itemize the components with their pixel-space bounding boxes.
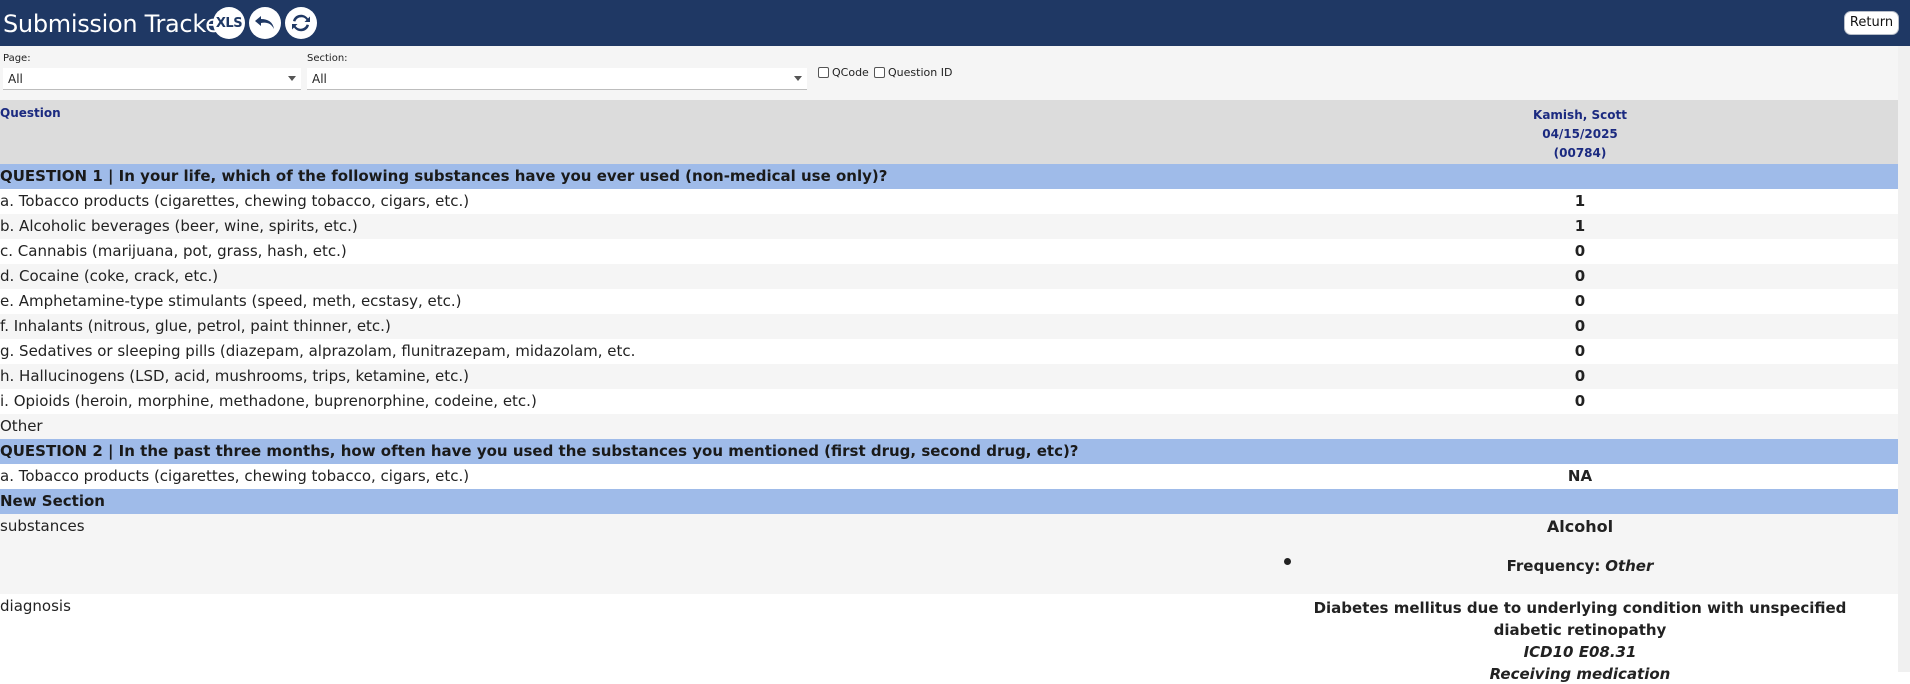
answer-value: 0	[1574, 367, 1586, 385]
table-row: e. Amphetamine-type stimulants (speed, m…	[0, 289, 1898, 314]
answer-value: 1	[1574, 217, 1586, 235]
filter-bar: Page: All Section: All QCode Question ID	[0, 46, 1910, 100]
answer-value: 0	[1574, 242, 1586, 260]
answer-value: NA	[1567, 467, 1593, 485]
table-row: h. Hallucinogens (LSD, acid, mushrooms, …	[0, 364, 1898, 389]
diagnosis-row: diagnosis Diabetes mellitus due to under…	[0, 594, 1898, 684]
answer-value: 0	[1574, 317, 1586, 335]
question-text: e. Amphetamine-type stimulants (speed, m…	[0, 292, 462, 310]
respondent-column-header[interactable]: Kamish, Scott 04/15/2025 (00784)	[1480, 106, 1680, 163]
section-select[interactable]: All	[307, 68, 807, 90]
table-body: QUESTION 1 | In your life, which of the …	[0, 164, 1898, 514]
back-arrow-icon[interactable]	[249, 7, 281, 39]
export-xls-icon[interactable]: XLS	[213, 7, 245, 39]
question-text: Other	[0, 417, 43, 435]
question-id-label: Question ID	[888, 65, 953, 79]
submission-table: Question Kamish, Scott 04/15/2025 (00784…	[0, 100, 1898, 684]
question-text: b. Alcoholic beverages (beer, wine, spir…	[0, 217, 358, 235]
page-filter-label: Page:	[3, 53, 31, 64]
table-row: f. Inhalants (nitrous, glue, petrol, pai…	[0, 314, 1898, 339]
page-select-value: All	[8, 72, 23, 86]
frequency-value: Other	[1605, 557, 1654, 575]
table-row: Other	[0, 414, 1898, 439]
section-select-value: All	[312, 72, 327, 86]
chevron-down-icon	[288, 76, 296, 81]
section-header-row: QUESTION 2 | In the past three months, h…	[0, 439, 1898, 464]
frequency-label: Frequency:	[1506, 557, 1601, 575]
question-column-header[interactable]: Question	[0, 106, 61, 120]
section-header-row: QUESTION 1 | In your life, which of the …	[0, 164, 1898, 189]
table-row: d. Cocaine (coke, crack, etc.) 0	[0, 264, 1898, 289]
answer-value: 0	[1574, 392, 1586, 410]
diagnosis-name: Diabetes mellitus due to underlying cond…	[1313, 599, 1847, 639]
page-select[interactable]: All	[3, 68, 301, 90]
diagnosis-code: ICD10 E08.31	[1523, 643, 1637, 661]
answer-value: 0	[1574, 342, 1586, 360]
chevron-down-icon	[794, 76, 802, 81]
question-text: a. Tobacco products (cigarettes, chewing…	[0, 192, 470, 210]
table-row: a. Tobacco products (cigarettes, chewing…	[0, 189, 1898, 214]
table-row: a. Tobacco products (cigarettes, chewing…	[0, 464, 1898, 489]
refresh-icon[interactable]	[285, 7, 317, 39]
table-row: b. Alcoholic beverages (beer, wine, spir…	[0, 214, 1898, 239]
checkbox-box[interactable]	[874, 66, 885, 78]
question-text: d. Cocaine (coke, crack, etc.)	[0, 267, 219, 285]
respondent-date: 04/15/2025	[1542, 127, 1618, 141]
app-title: Submission Tracker	[3, 10, 230, 38]
qcode-label: QCode	[832, 65, 869, 79]
substances-label: substances	[0, 517, 85, 535]
section-title: QUESTION 1 | In your life, which of the …	[0, 167, 888, 185]
diagnosis-status: Receiving medication	[1489, 665, 1671, 683]
question-id-checkbox[interactable]: Question ID	[874, 64, 952, 80]
xls-label: XLS	[215, 15, 243, 31]
diagnosis-label: diagnosis	[0, 597, 71, 615]
question-text: c. Cannabis (marijuana, pot, grass, hash…	[0, 242, 347, 260]
question-text: i. Opioids (heroin, morphine, methadone,…	[0, 392, 537, 410]
top-bar: Submission Tracker XLS Return	[0, 0, 1910, 46]
respondent-name: Kamish, Scott	[1533, 108, 1627, 122]
table-row: c. Cannabis (marijuana, pot, grass, hash…	[0, 239, 1898, 264]
question-text: a. Tobacco products (cigarettes, chewing…	[0, 467, 470, 485]
section-title: QUESTION 2 | In the past three months, h…	[0, 442, 1079, 460]
return-button[interactable]: Return	[1844, 11, 1899, 35]
respondent-id: (00784)	[1553, 146, 1607, 160]
scrollbar[interactable]	[1898, 46, 1910, 672]
answer-value: 1	[1574, 192, 1586, 210]
answer-value: 0	[1574, 267, 1586, 285]
question-text: h. Hallucinogens (LSD, acid, mushrooms, …	[0, 367, 469, 385]
answer-value: 0	[1574, 292, 1586, 310]
section-filter-label: Section:	[307, 53, 348, 64]
substances-row: substances Alcohol Frequency: Other	[0, 514, 1898, 594]
section-title: New Section	[0, 492, 105, 510]
checkbox-box[interactable]	[818, 66, 829, 78]
bullet-icon	[1284, 558, 1291, 565]
table-header: Question Kamish, Scott 04/15/2025 (00784…	[0, 100, 1898, 164]
question-text: g. Sedatives or sleeping pills (diazepam…	[0, 342, 636, 360]
question-text: f. Inhalants (nitrous, glue, petrol, pai…	[0, 317, 391, 335]
table-row: g. Sedatives or sleeping pills (diazepam…	[0, 339, 1898, 364]
table-row: i. Opioids (heroin, morphine, methadone,…	[0, 389, 1898, 414]
substance-frequency: Frequency: Other	[1480, 557, 1680, 575]
qcode-checkbox[interactable]: QCode	[818, 64, 869, 80]
substance-name: Alcohol	[1546, 517, 1614, 536]
section-header-row: New Section	[0, 489, 1898, 514]
